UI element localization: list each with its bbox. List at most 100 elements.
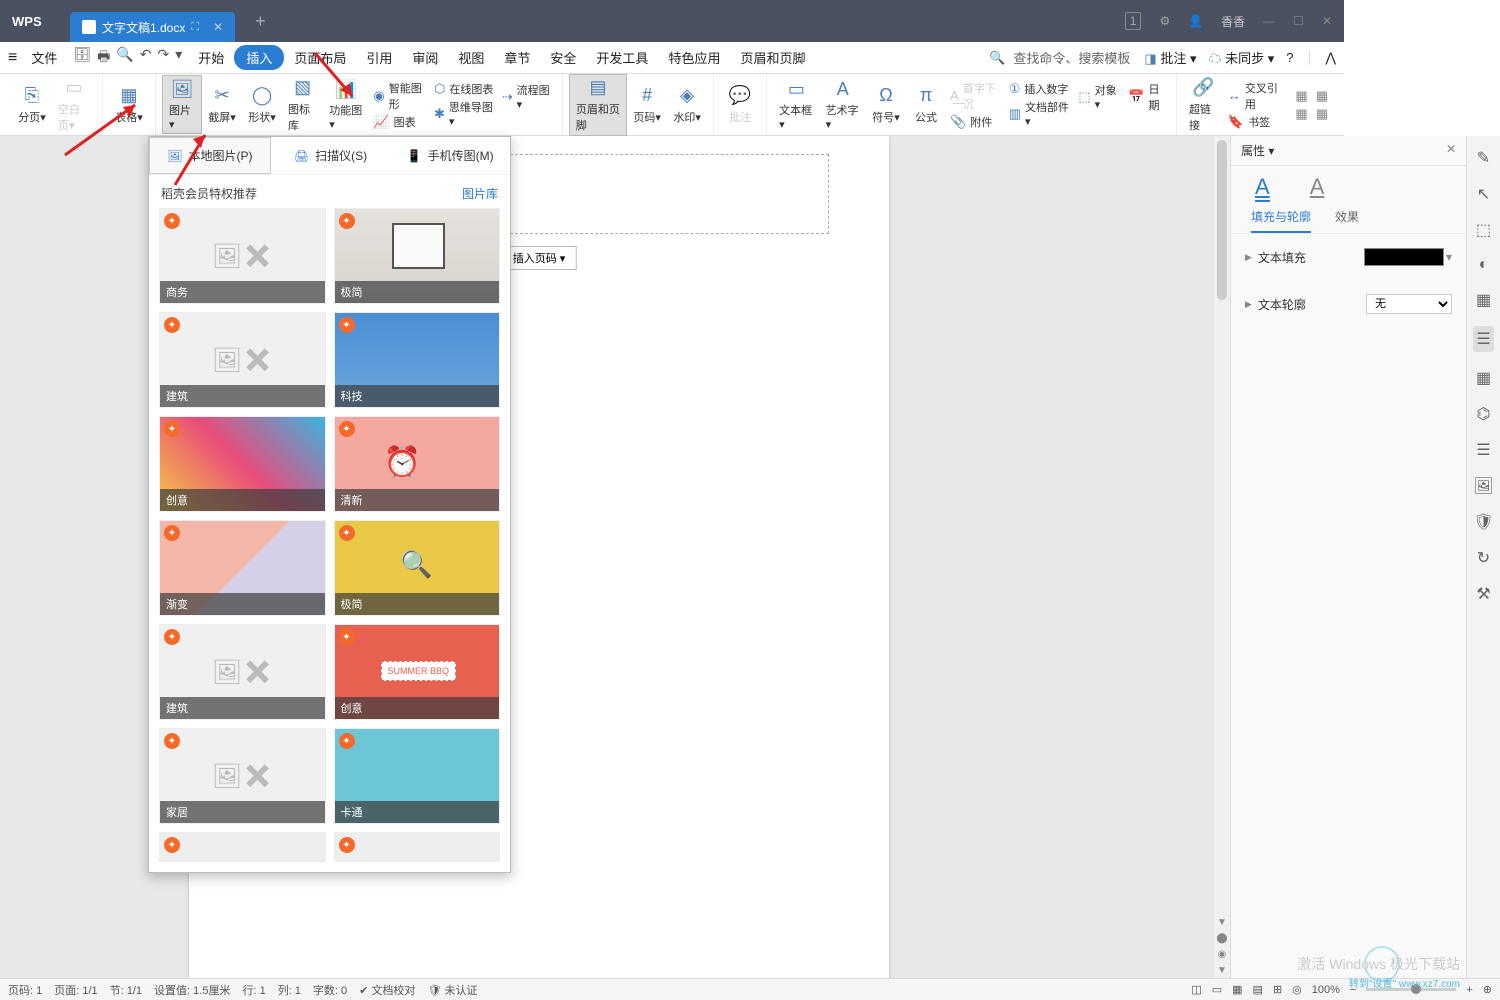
- view4-icon[interactable]: ▤: [1253, 983, 1263, 996]
- pen-icon[interactable]: ✎: [1477, 148, 1490, 168]
- more-qa-icon[interactable]: ▾: [175, 46, 182, 70]
- grid3-icon[interactable]: ▦: [1316, 88, 1328, 104]
- image-card[interactable]: ✦创意: [334, 624, 501, 720]
- search-placeholder[interactable]: 查找命令、搜索模板: [1013, 48, 1130, 67]
- image-card[interactable]: ✦科技: [334, 312, 501, 408]
- pointer-icon[interactable]: ↖: [1477, 184, 1490, 204]
- shapes-button[interactable]: ◯形状▾: [242, 83, 282, 127]
- help-icon[interactable]: ?: [1286, 50, 1293, 65]
- chart-button[interactable]: 📈图表: [373, 114, 426, 130]
- dropcap-button[interactable]: A͟首字下沉: [950, 80, 1001, 112]
- crossref-button[interactable]: ↔交叉引用: [1228, 80, 1282, 112]
- image-card[interactable]: ✦渐变: [159, 520, 326, 616]
- smart-graphic-button[interactable]: ◉智能图形: [373, 80, 426, 112]
- flowchart-button[interactable]: ⇢流程图 ▾: [502, 82, 552, 111]
- text-effect-mode-icon[interactable]: A: [1310, 174, 1325, 202]
- hamburger-icon[interactable]: ≡: [8, 49, 17, 67]
- view6-icon[interactable]: ◎: [1292, 983, 1302, 996]
- grid2-icon[interactable]: ▦: [1295, 106, 1307, 122]
- tab-close-icon[interactable]: ✕: [213, 20, 223, 34]
- menu-start[interactable]: 开始: [188, 44, 234, 71]
- watermark-button[interactable]: ◈水印▾: [667, 83, 707, 127]
- scanner-tab[interactable]: 🖨扫描仪(S): [271, 137, 391, 174]
- bookmark-button[interactable]: 🔖书签: [1228, 114, 1282, 130]
- shield-icon[interactable]: 🛡: [1473, 512, 1493, 532]
- menu-section[interactable]: 章节: [494, 44, 540, 71]
- insert-number-button[interactable]: ①插入数字: [1009, 81, 1071, 97]
- collapse-ribbon-icon[interactable]: ⋀: [1325, 50, 1336, 66]
- dropdown-icon[interactable]: ▾: [1446, 250, 1452, 264]
- header-footer-button[interactable]: ▤页眉和页脚: [569, 74, 627, 136]
- view2-icon[interactable]: ▭: [1212, 983, 1222, 996]
- print-icon[interactable]: 🖶: [97, 46, 110, 70]
- image-card[interactable]: ✦清新: [334, 416, 501, 512]
- image-library-link[interactable]: 图片库: [462, 185, 498, 202]
- menu-special[interactable]: 特色应用: [658, 44, 730, 71]
- menu-review[interactable]: 审阅: [402, 44, 448, 71]
- scroll-down-icon[interactable]: ▼: [1214, 914, 1230, 930]
- zoom-in-icon[interactable]: +: [1466, 984, 1472, 996]
- tab-add-button[interactable]: +: [255, 11, 266, 32]
- redo-icon[interactable]: ↷: [158, 46, 170, 70]
- next-page-icon[interactable]: ▼: [1214, 962, 1230, 978]
- view5-icon[interactable]: ⊞: [1273, 983, 1282, 996]
- effect-tab[interactable]: 效果: [1335, 208, 1359, 233]
- select-icon[interactable]: ⬚: [1476, 220, 1491, 240]
- panel-close-icon[interactable]: ✕: [1446, 142, 1456, 159]
- image-card[interactable]: ✦极简: [334, 520, 501, 616]
- settings-icon[interactable]: ⚙: [1159, 14, 1170, 28]
- menu-view[interactable]: 视图: [448, 44, 494, 71]
- menu-insert[interactable]: 插入: [234, 45, 284, 70]
- doc-parts-button[interactable]: ▥文档部件 ▾: [1009, 99, 1071, 128]
- fill-outline-tab[interactable]: 填充与轮廓: [1251, 208, 1311, 233]
- tools-icon[interactable]: ⚒: [1476, 584, 1490, 604]
- image-card[interactable]: ✦: [334, 832, 501, 862]
- undo-icon[interactable]: ↶: [140, 46, 152, 70]
- image-card[interactable]: ✦创意: [159, 416, 326, 512]
- panel-title[interactable]: 属性 ▾: [1241, 142, 1274, 159]
- image-card[interactable]: ✦: [159, 832, 326, 862]
- page-number-button[interactable]: #页码▾: [627, 83, 667, 127]
- online-chart-button[interactable]: ⬡在线图表: [434, 81, 494, 97]
- textbox-button[interactable]: ▭文本框▾: [773, 76, 819, 133]
- comment-button[interactable]: 💬批注: [720, 83, 760, 127]
- image-card[interactable]: ✦🖼✖建筑: [159, 624, 326, 720]
- fill-color-swatch[interactable]: [1364, 248, 1444, 266]
- zoom-value[interactable]: 100%: [1312, 984, 1340, 996]
- view1-icon[interactable]: ◫: [1191, 983, 1201, 996]
- structure-icon[interactable]: ⌬: [1477, 404, 1491, 424]
- layout-icon[interactable]: ▦: [1476, 368, 1491, 388]
- view3-icon[interactable]: ▦: [1232, 983, 1242, 996]
- annotate-toggle[interactable]: ◨ 批注 ▾: [1144, 48, 1196, 67]
- outline-select[interactable]: 无: [1366, 294, 1452, 314]
- menu-header-footer[interactable]: 页眉和页脚: [730, 44, 815, 71]
- cert-button[interactable]: 🛡 未认证: [427, 982, 477, 998]
- history-icon[interactable]: ↻: [1477, 548, 1490, 568]
- vertical-scrollbar[interactable]: ▲ ▼ ⬤ ◉ ▼: [1214, 136, 1230, 978]
- image-card[interactable]: ✦极简: [334, 208, 501, 304]
- mindmap-button[interactable]: ✱思维导图 ▾: [434, 99, 494, 128]
- document-tab[interactable]: 文字文稿1.docx ⛶ ✕: [70, 12, 235, 42]
- attachment-button[interactable]: 📎附件: [950, 114, 1001, 130]
- formula-button[interactable]: π公式: [906, 83, 946, 127]
- search-icon[interactable]: 🔍: [989, 50, 1005, 66]
- grid-icon[interactable]: ▦: [1476, 290, 1491, 310]
- goto-icon[interactable]: ◉: [1214, 946, 1230, 962]
- properties-icon[interactable]: ☰: [1473, 326, 1493, 352]
- save-icon[interactable]: 🗄: [73, 46, 91, 70]
- object-button[interactable]: ⬚对象 ▾: [1078, 82, 1120, 111]
- date-button[interactable]: 📅日期: [1128, 81, 1166, 113]
- image-card[interactable]: ✦卡通: [334, 728, 501, 824]
- list-icon[interactable]: ☰: [1476, 440, 1490, 460]
- shape-format-icon[interactable]: ◐: [1479, 256, 1489, 274]
- prev-page-icon[interactable]: ⬤: [1214, 930, 1230, 946]
- mobile-upload-tab[interactable]: 📱手机传图(M): [390, 137, 510, 174]
- text-fill-row[interactable]: ▶ 文本填充 ▾: [1231, 234, 1466, 280]
- menu-devtools[interactable]: 开发工具: [586, 44, 658, 71]
- symbol-button[interactable]: Ω符号▾: [866, 83, 906, 127]
- sync-toggle[interactable]: ☁ 未同步 ▾: [1208, 48, 1274, 67]
- grid4-icon[interactable]: ▦: [1316, 106, 1328, 122]
- text-fill-mode-icon[interactable]: A: [1255, 174, 1270, 202]
- screenshot-button[interactable]: ✂截屏▾: [202, 83, 242, 127]
- image-card[interactable]: ✦🖼✖建筑: [159, 312, 326, 408]
